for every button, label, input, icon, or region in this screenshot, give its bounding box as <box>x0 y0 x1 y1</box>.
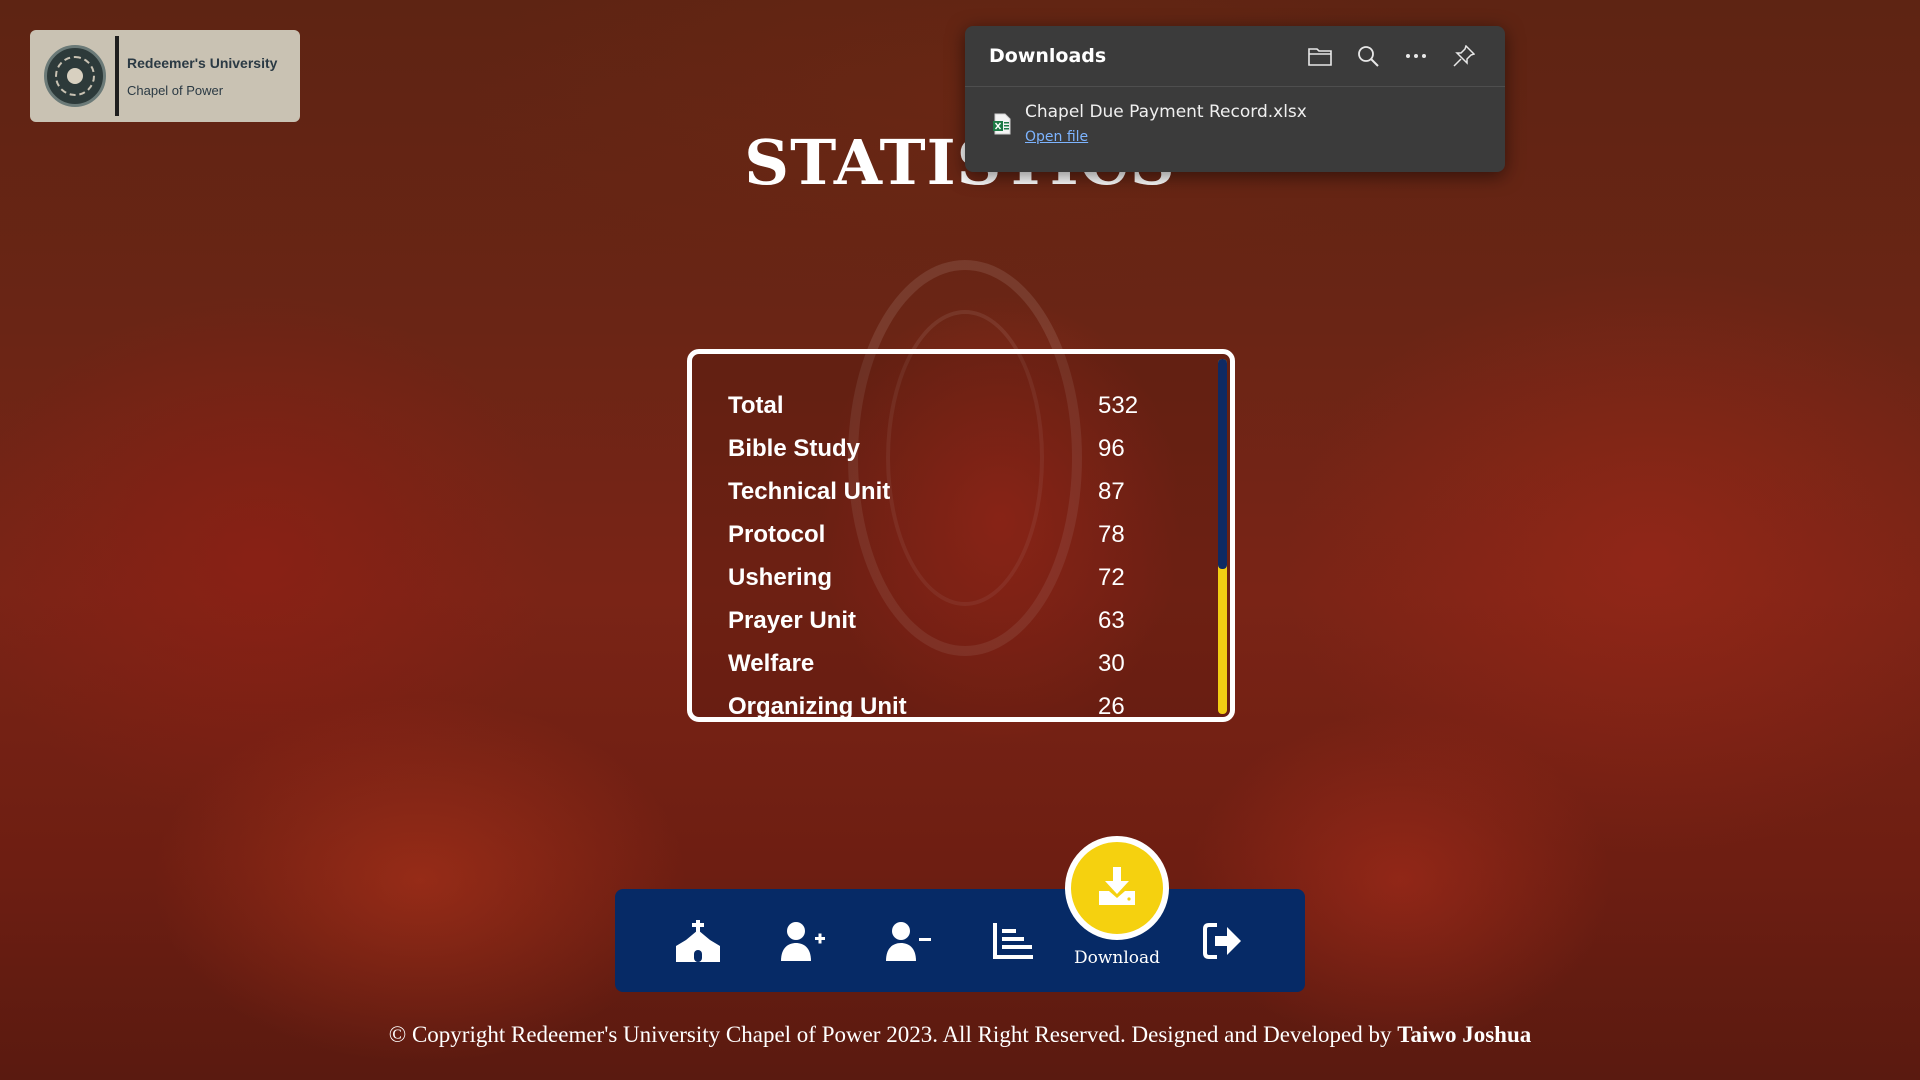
footer-text: © Copyright Redeemer's University Chapel… <box>388 1022 1392 1047</box>
stat-row: Organizing Unit 26 <box>728 685 1158 720</box>
stat-label: Organizing Unit <box>728 692 907 720</box>
page-title: STATISTICS <box>744 126 1176 199</box>
stat-value: 26 <box>1098 692 1125 720</box>
stat-row: Welfare 30 <box>728 642 1158 685</box>
download-label: Download <box>1073 948 1161 968</box>
download-file-name: Chapel Due Payment Record.xlsx <box>1025 102 1307 122</box>
stats-list: Total 532 Bible Study 96 Technical Unit … <box>728 384 1158 720</box>
nav-add-user-button[interactable] <box>758 889 848 992</box>
download-item[interactable]: Chapel Due Payment Record.xlsx Open file <box>965 88 1505 168</box>
logo-subtitle: Chapel of Power <box>127 82 224 98</box>
excel-file-icon <box>993 113 1011 139</box>
stat-row: Prayer Unit 63 <box>728 599 1158 642</box>
search-icon[interactable] <box>1355 43 1381 69</box>
logo-divider <box>115 36 119 116</box>
downloads-flyout: Downloads Chapel Due Payment Record.xlsx <box>965 26 1505 172</box>
downloads-header: Downloads <box>965 26 1505 87</box>
stat-value: 63 <box>1098 606 1125 634</box>
university-seal-logo <box>44 45 106 107</box>
chart-bar-icon <box>993 922 1033 959</box>
stat-label: Welfare <box>728 649 815 677</box>
stat-label: Bible Study <box>728 434 861 462</box>
stat-value: 78 <box>1098 520 1125 548</box>
footer-copyright: © Copyright Redeemer's University Chapel… <box>0 1022 1920 1048</box>
bottom-nav: Download <box>615 836 1305 992</box>
user-plus-icon <box>779 921 827 961</box>
stat-label: Ushering <box>728 563 833 591</box>
pin-icon[interactable] <box>1451 43 1477 69</box>
stat-label: Protocol <box>728 520 826 548</box>
stat-value: 87 <box>1098 477 1125 505</box>
open-file-link[interactable]: Open file <box>1025 129 1088 145</box>
stat-value: 532 <box>1098 391 1139 419</box>
user-minus-icon <box>884 921 932 961</box>
more-options-icon[interactable] <box>1403 43 1429 69</box>
footer-author[interactable]: Taiwo Joshua <box>1397 1022 1531 1047</box>
stat-row: Protocol 78 <box>728 513 1158 556</box>
stat-row: Bible Study 96 <box>728 427 1158 470</box>
logo-card: Redeemer's University Chapel of Power <box>30 30 300 122</box>
nav-church-button[interactable] <box>653 889 743 992</box>
stat-value: 30 <box>1098 649 1125 677</box>
folder-icon[interactable] <box>1307 43 1333 69</box>
logo-name: Redeemer's University <box>127 54 278 71</box>
stat-row: Ushering 72 <box>728 556 1158 599</box>
nav-remove-user-button[interactable] <box>863 889 953 992</box>
nav-logout-button[interactable] <box>1178 889 1268 992</box>
stat-label: Total <box>728 391 784 419</box>
stat-value: 96 <box>1098 434 1125 462</box>
download-button[interactable] <box>1065 836 1169 940</box>
downloads-title: Downloads <box>989 45 1107 67</box>
stat-row: Total 532 <box>728 384 1158 427</box>
scrollbar-thumb[interactable] <box>1218 359 1227 569</box>
stat-value: 72 <box>1098 563 1125 591</box>
download-icon <box>1097 866 1137 910</box>
stats-scrollbar[interactable] <box>1218 359 1227 714</box>
nav-statistics-button[interactable] <box>968 889 1058 992</box>
stat-label: Prayer Unit <box>728 606 857 634</box>
stat-label: Technical Unit <box>728 477 891 505</box>
stats-panel[interactable]: Total 532 Bible Study 96 Technical Unit … <box>687 349 1235 722</box>
stat-row: Technical Unit 87 <box>728 470 1158 513</box>
sign-out-icon <box>1203 922 1243 959</box>
church-icon <box>674 919 722 962</box>
